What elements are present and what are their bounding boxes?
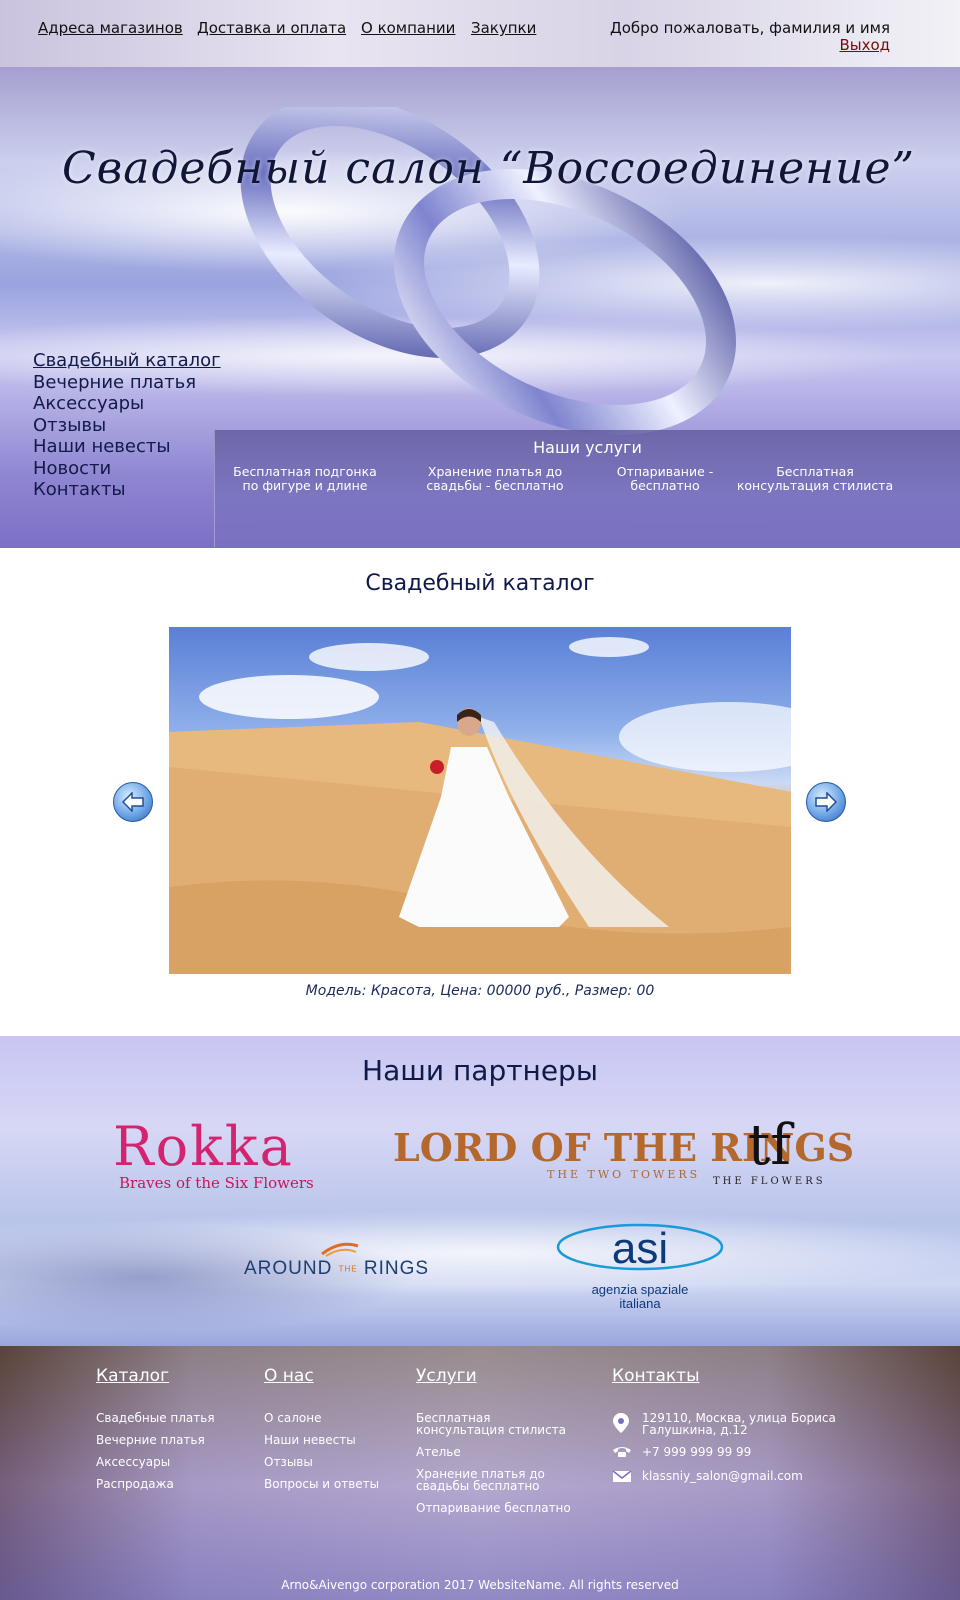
footer-link[interactable]: Ателье	[416, 1446, 571, 1458]
services-panel: Наши услуги Бесплатная подгонка по фигур…	[214, 430, 960, 547]
top-bar: Адреса магазинов Доставка и оплата О ком…	[0, 0, 960, 67]
footer-heading[interactable]: Услуги	[416, 1366, 571, 1386]
asi-logo-line: agenzia spaziale	[591, 1282, 689, 1297]
footer-column-catalog: Каталог Свадебные платья Вечерние платья…	[96, 1366, 215, 1500]
footer-link[interactable]: Отзывы	[264, 1456, 379, 1468]
welcome-text: Добро пожаловать, фамилия и имя	[609, 19, 890, 37]
tf-logo-subtitle: THE FLOWERS	[713, 1176, 826, 1187]
side-menu-item-brides[interactable]: Наши невесты	[33, 436, 221, 458]
footer-link[interactable]: Вечерние платья	[96, 1434, 215, 1446]
address-line: Галушкина, д.12	[642, 1423, 748, 1437]
footer-heading[interactable]: Каталог	[96, 1366, 215, 1386]
footer-link[interactable]: Хранение платья до свадьбы бесплатно	[416, 1468, 571, 1492]
envelope-icon	[612, 1470, 634, 1485]
footer-link-line: свадьбы бесплатно	[416, 1479, 540, 1493]
side-menu-item-reviews[interactable]: Отзывы	[33, 415, 221, 437]
partner-logo-around-the-rings[interactable]: AROUND THE RINGS	[244, 1238, 429, 1280]
side-menu-item-evening-dresses[interactable]: Вечерние платья	[33, 372, 221, 394]
product-caption: Модель: Красота, Цена: 00000 руб., Разме…	[305, 983, 655, 999]
around-logo-the: THE	[338, 1264, 358, 1274]
asi-logo-line: italiana	[619, 1296, 661, 1311]
footer-link-line: Ателье	[416, 1445, 461, 1459]
service-item-storage: Хранение платья до свадьбы - бесплатно	[415, 465, 575, 493]
rokka-logo-text: Rokka	[113, 1115, 294, 1178]
service-line: Бесплатная подгонка	[233, 464, 377, 479]
contact-address: 129110, Москва, улица Бориса Галушкина, …	[612, 1412, 862, 1436]
around-logo-text: AROUND	[244, 1258, 333, 1279]
footer-link-line: консультация стилиста	[416, 1423, 567, 1437]
service-item-steaming: Отпаривание - бесплатно	[600, 465, 730, 493]
top-nav-link-delivery[interactable]: Доставка и оплата	[197, 19, 346, 37]
bride-photo	[169, 637, 791, 974]
phone-icon	[612, 1446, 634, 1460]
footer-link[interactable]: Вопросы и ответы	[264, 1478, 379, 1490]
carousel-prev-button[interactable]	[113, 782, 153, 822]
footer-heading[interactable]: Контакты	[612, 1366, 862, 1386]
arrow-right-icon	[815, 792, 837, 812]
footer-column-about: О нас О салоне Наши невесты Отзывы Вопро…	[264, 1366, 379, 1500]
partner-logo-rokka[interactable]: Rokka Braves of the Six Flowers	[113, 1115, 314, 1193]
side-menu-item-contacts[interactable]: Контакты	[33, 479, 221, 501]
footer-link[interactable]: О салоне	[264, 1412, 379, 1424]
footer: Каталог Свадебные платья Вечерние платья…	[0, 1346, 960, 1600]
footer-heading[interactable]: О нас	[264, 1366, 379, 1386]
footer-link[interactable]: Распродажа	[96, 1478, 215, 1490]
footer-column-contacts: Контакты 129110, Москва, улица Бориса Га…	[612, 1366, 862, 1495]
logout-link[interactable]: Выход	[839, 36, 890, 54]
service-line: свадьбы - бесплатно	[426, 478, 564, 493]
rokka-logo-subtitle: Braves of the Six Flowers	[119, 1174, 314, 1192]
service-line: Отпаривание -	[616, 464, 714, 479]
footer-link[interactable]: Наши невесты	[264, 1434, 379, 1446]
footer-link[interactable]: Отпаривание бесплатно	[416, 1502, 571, 1514]
side-menu-item-news[interactable]: Новости	[33, 458, 221, 480]
side-menu-item-catalog[interactable]: Свадебный каталог	[33, 350, 221, 372]
service-item-fitting: Бесплатная подгонка по фигуре и длине	[225, 465, 385, 493]
footer-link[interactable]: Свадебные платья	[96, 1412, 215, 1424]
footer-column-services: Услуги Бесплатная консультация стилиста …	[416, 1366, 571, 1524]
contact-phone: +7 999 999 99 99	[612, 1446, 862, 1460]
service-line: по фигуре и длине	[242, 478, 368, 493]
top-nav-link-purchases[interactable]: Закупки	[471, 19, 536, 37]
top-nav-link-about[interactable]: О компании	[361, 19, 455, 37]
tf-logo-mark: tf	[747, 1113, 791, 1178]
arrow-left-icon	[122, 792, 144, 812]
flame-icon	[321, 1242, 359, 1257]
footer-link[interactable]: Аксессуары	[96, 1456, 215, 1468]
partners-title: Наши партнеры	[362, 1054, 598, 1087]
side-menu-item-accessories[interactable]: Аксессуары	[33, 393, 221, 415]
asi-logo-mark: asi	[556, 1223, 724, 1273]
around-logo-rings: RINGS	[363, 1258, 430, 1279]
hero-banner: Свадебный салон “Воссоединение” Свадебны…	[0, 67, 960, 548]
service-item-stylist: Бесплатная консультация стилиста	[735, 465, 895, 493]
partner-logo-asi[interactable]: asi agenzia spaziale italiana	[555, 1219, 725, 1311]
map-pin-icon	[612, 1412, 634, 1436]
service-line: Бесплатная	[776, 464, 854, 479]
hero-title: Свадебный салон “Воссоединение”	[62, 143, 916, 194]
email-link[interactable]: klassniy_salon@gmail.com	[642, 1470, 803, 1482]
service-line: Хранение платья до	[427, 464, 563, 479]
partners-section: Наши партнеры Rokka Braves of the Six Fl…	[0, 1036, 960, 1346]
footer-link[interactable]: Бесплатная консультация стилиста	[416, 1412, 571, 1436]
copyright: Arno&Aivengo corporation 2017 WebsiteNam…	[281, 1578, 679, 1592]
side-menu: Свадебный каталог Вечерние платья Аксесс…	[33, 350, 221, 501]
footer-link-line: Отпаривание бесплатно	[416, 1501, 571, 1515]
partner-logo-the-flowers[interactable]: tf THE FLOWERS	[713, 1113, 826, 1188]
catalog-photo[interactable]	[169, 627, 791, 974]
contact-email: klassniy_salon@gmail.com	[612, 1470, 862, 1485]
asi-logo-letters: asi	[612, 1224, 668, 1273]
catalog-title: Свадебный каталог	[365, 571, 595, 596]
services-title: Наши услуги	[533, 438, 642, 457]
carousel-next-button[interactable]	[806, 782, 846, 822]
phone-number[interactable]: +7 999 999 99 99	[642, 1446, 751, 1458]
service-line: консультация стилиста	[736, 478, 894, 493]
top-nav-link-stores[interactable]: Адреса магазинов	[38, 19, 183, 37]
service-line: бесплатно	[630, 478, 700, 493]
